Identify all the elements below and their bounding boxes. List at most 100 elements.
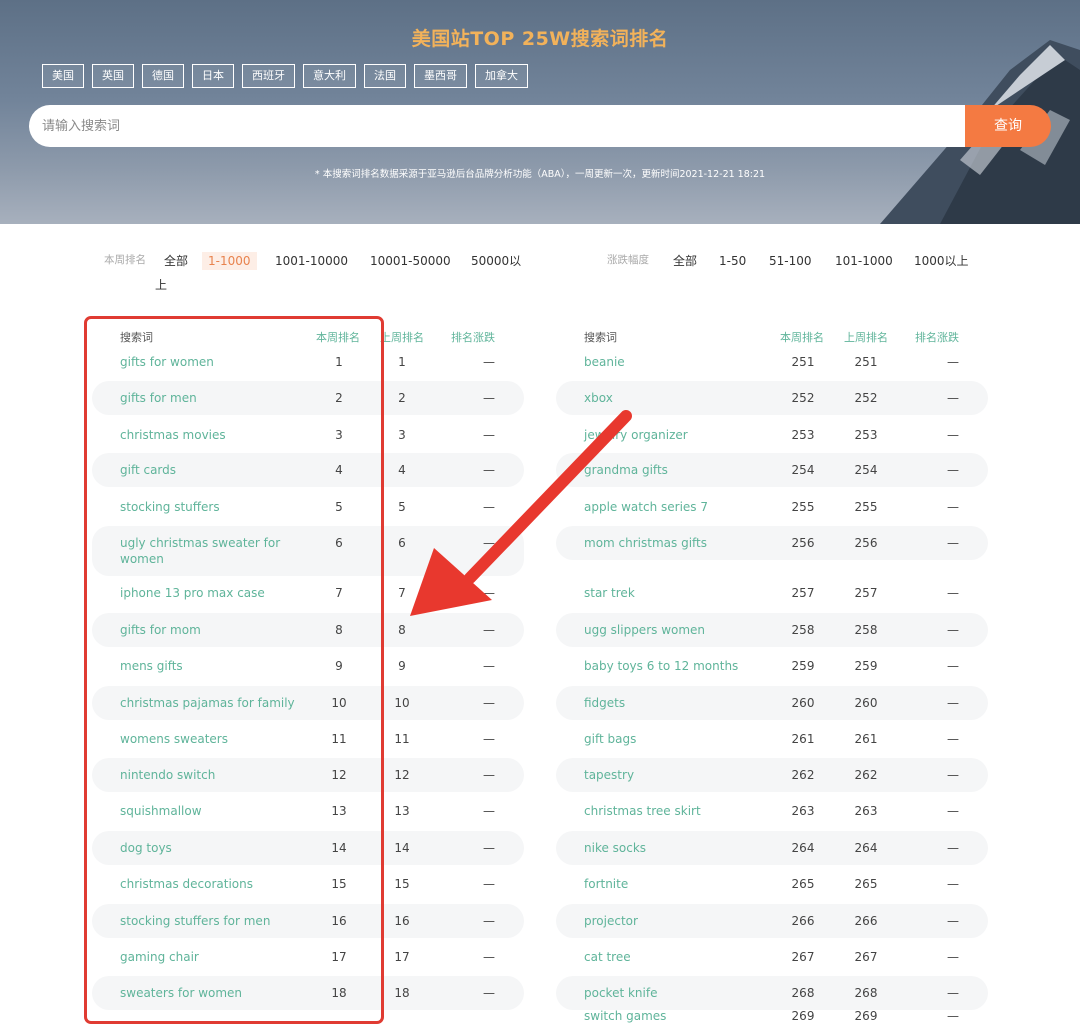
last-week-rank: 17 xyxy=(394,950,410,964)
country-tab-ca[interactable]: 加拿大 xyxy=(475,64,528,88)
last-week-rank: 3 xyxy=(398,428,406,442)
keyword-link[interactable]: fidgets xyxy=(584,695,764,711)
country-tab-uk[interactable]: 英国 xyxy=(92,64,134,88)
keyword-text: gift bags xyxy=(584,732,637,746)
keyword-link[interactable]: nike socks xyxy=(584,840,764,856)
header-this-week[interactable]: 本周排名 xyxy=(316,329,360,345)
rank-change: — xyxy=(947,732,959,746)
rank-change: — xyxy=(483,355,495,369)
last-week-rank: 18 xyxy=(394,986,410,1000)
keyword-link[interactable]: gaming chair xyxy=(120,949,300,965)
change-filter-label: 涨跌幅度 xyxy=(607,254,649,266)
keyword-link[interactable]: dog toys xyxy=(120,840,300,856)
last-week-rank: 4 xyxy=(398,463,406,477)
country-tab-us[interactable]: 美国 xyxy=(42,64,84,88)
keyword-text: xbox xyxy=(584,391,613,405)
this-week-rank: 261 xyxy=(791,732,815,746)
change-option-101-1000[interactable]: 101-1000 xyxy=(835,252,893,270)
keyword-text: gifts for men xyxy=(120,391,197,405)
header-last-week[interactable]: 上周排名 xyxy=(844,329,888,345)
last-week-rank: 263 xyxy=(854,804,878,818)
keyword-link[interactable]: ugg slippers women xyxy=(584,622,764,638)
header-change[interactable]: 排名涨跌 xyxy=(915,329,959,345)
keyword-link[interactable]: gift cards xyxy=(120,462,300,478)
keyword-link[interactable]: jewelry organizer xyxy=(584,427,764,443)
this-week-rank: 8 xyxy=(335,623,343,637)
this-week-rank: 252 xyxy=(791,391,815,405)
keyword-link[interactable]: baby toys 6 to 12 months xyxy=(584,658,764,674)
keyword-text: stocking stuffers xyxy=(120,500,220,514)
keyword-link[interactable]: mom christmas gifts xyxy=(584,535,764,551)
country-tab-it[interactable]: 意大利 xyxy=(303,64,356,88)
rank-change: — xyxy=(483,623,495,637)
keyword-text: switch games xyxy=(584,1009,667,1023)
keyword-link[interactable]: xbox xyxy=(584,390,764,406)
last-week-rank: 7 xyxy=(398,586,406,600)
country-tab-jp[interactable]: 日本 xyxy=(192,64,234,88)
this-week-rank: 257 xyxy=(791,586,815,600)
country-tab-mx[interactable]: 墨西哥 xyxy=(414,64,467,88)
keyword-link[interactable]: tapestry xyxy=(584,767,764,783)
header-last-week[interactable]: 上周排名 xyxy=(380,329,424,345)
change-option-1000-plus[interactable]: 1000以上 xyxy=(914,252,969,270)
keyword-link[interactable]: christmas pajamas for family xyxy=(120,695,300,711)
keyword-link[interactable]: projector xyxy=(584,913,764,929)
keyword-link[interactable]: christmas movies xyxy=(120,427,300,443)
keyword-link[interactable]: grandma gifts xyxy=(584,462,764,478)
change-option-all[interactable]: 全部 xyxy=(673,252,697,270)
keyword-link[interactable]: gifts for women xyxy=(120,354,300,370)
keyword-link[interactable]: christmas tree skirt xyxy=(584,803,764,819)
this-week-rank: 2 xyxy=(335,391,343,405)
keyword-link[interactable]: sweaters for women xyxy=(120,985,300,1001)
rank-option-50000-plus[interactable]: 50000以 xyxy=(471,252,521,270)
keyword-link[interactable]: cat tree xyxy=(584,949,764,965)
keyword-text: pocket knife xyxy=(584,986,658,1000)
this-week-rank: 5 xyxy=(335,500,343,514)
header-change[interactable]: 排名涨跌 xyxy=(451,329,495,345)
rank-option-all[interactable]: 全部 xyxy=(164,252,188,270)
rank-change: — xyxy=(947,914,959,928)
country-tab-fr[interactable]: 法国 xyxy=(364,64,406,88)
search-input[interactable] xyxy=(29,105,989,147)
header-keyword: 搜索词 xyxy=(584,331,617,344)
rank-option-10001-50000[interactable]: 10001-50000 xyxy=(370,252,451,270)
keyword-link[interactable]: gifts for mom xyxy=(120,622,300,638)
rank-change: — xyxy=(483,914,495,928)
keyword-link[interactable]: ugly christmas sweater for women xyxy=(120,535,300,567)
keyword-link[interactable]: christmas decorations xyxy=(120,876,300,892)
search-button[interactable]: 查询 xyxy=(965,105,1051,147)
keyword-link[interactable]: womens sweaters xyxy=(120,731,300,747)
keyword-text: fortnite xyxy=(584,877,629,891)
keyword-link[interactable]: star trek xyxy=(584,585,764,601)
this-week-rank: 9 xyxy=(335,659,343,673)
keyword-link[interactable]: fortnite xyxy=(584,876,764,892)
this-week-rank: 4 xyxy=(335,463,343,477)
rank-option-1-1000[interactable]: 1-1000 xyxy=(202,252,257,270)
keyword-text: womens sweaters xyxy=(120,732,228,746)
this-week-rank: 260 xyxy=(791,696,815,710)
last-week-rank: 269 xyxy=(854,1009,878,1023)
change-option-1-50[interactable]: 1-50 xyxy=(719,252,746,270)
keyword-link[interactable]: nintendo switch xyxy=(120,767,300,783)
keyword-link[interactable]: gift bags xyxy=(584,731,764,747)
keyword-link[interactable]: stocking stuffers xyxy=(120,499,300,515)
this-week-rank: 6 xyxy=(335,536,343,550)
last-week-rank: 254 xyxy=(854,463,878,477)
country-tab-es[interactable]: 西班牙 xyxy=(242,64,295,88)
rank-change: — xyxy=(483,500,495,514)
country-tab-de[interactable]: 德国 xyxy=(142,64,184,88)
keyword-link[interactable]: gifts for men xyxy=(120,390,300,406)
keyword-text: baby toys 6 to 12 months xyxy=(584,659,739,673)
keyword-link[interactable]: iphone 13 pro max case xyxy=(120,585,300,601)
rank-option-50000-plus-wrap[interactable]: 上 xyxy=(155,276,167,294)
keyword-link[interactable]: apple watch series 7 xyxy=(584,499,764,515)
keyword-link[interactable]: squishmallow xyxy=(120,803,300,819)
keyword-link[interactable]: mens gifts xyxy=(120,658,300,674)
change-option-51-100[interactable]: 51-100 xyxy=(769,252,812,270)
header-this-week[interactable]: 本周排名 xyxy=(780,329,824,345)
keyword-link[interactable]: stocking stuffers for men xyxy=(120,913,300,929)
keyword-link[interactable]: switch games xyxy=(584,1008,764,1024)
rank-option-1001-10000[interactable]: 1001-10000 xyxy=(275,252,348,270)
keyword-link[interactable]: beanie xyxy=(584,354,764,370)
keyword-text: sweaters for women xyxy=(120,986,243,1000)
